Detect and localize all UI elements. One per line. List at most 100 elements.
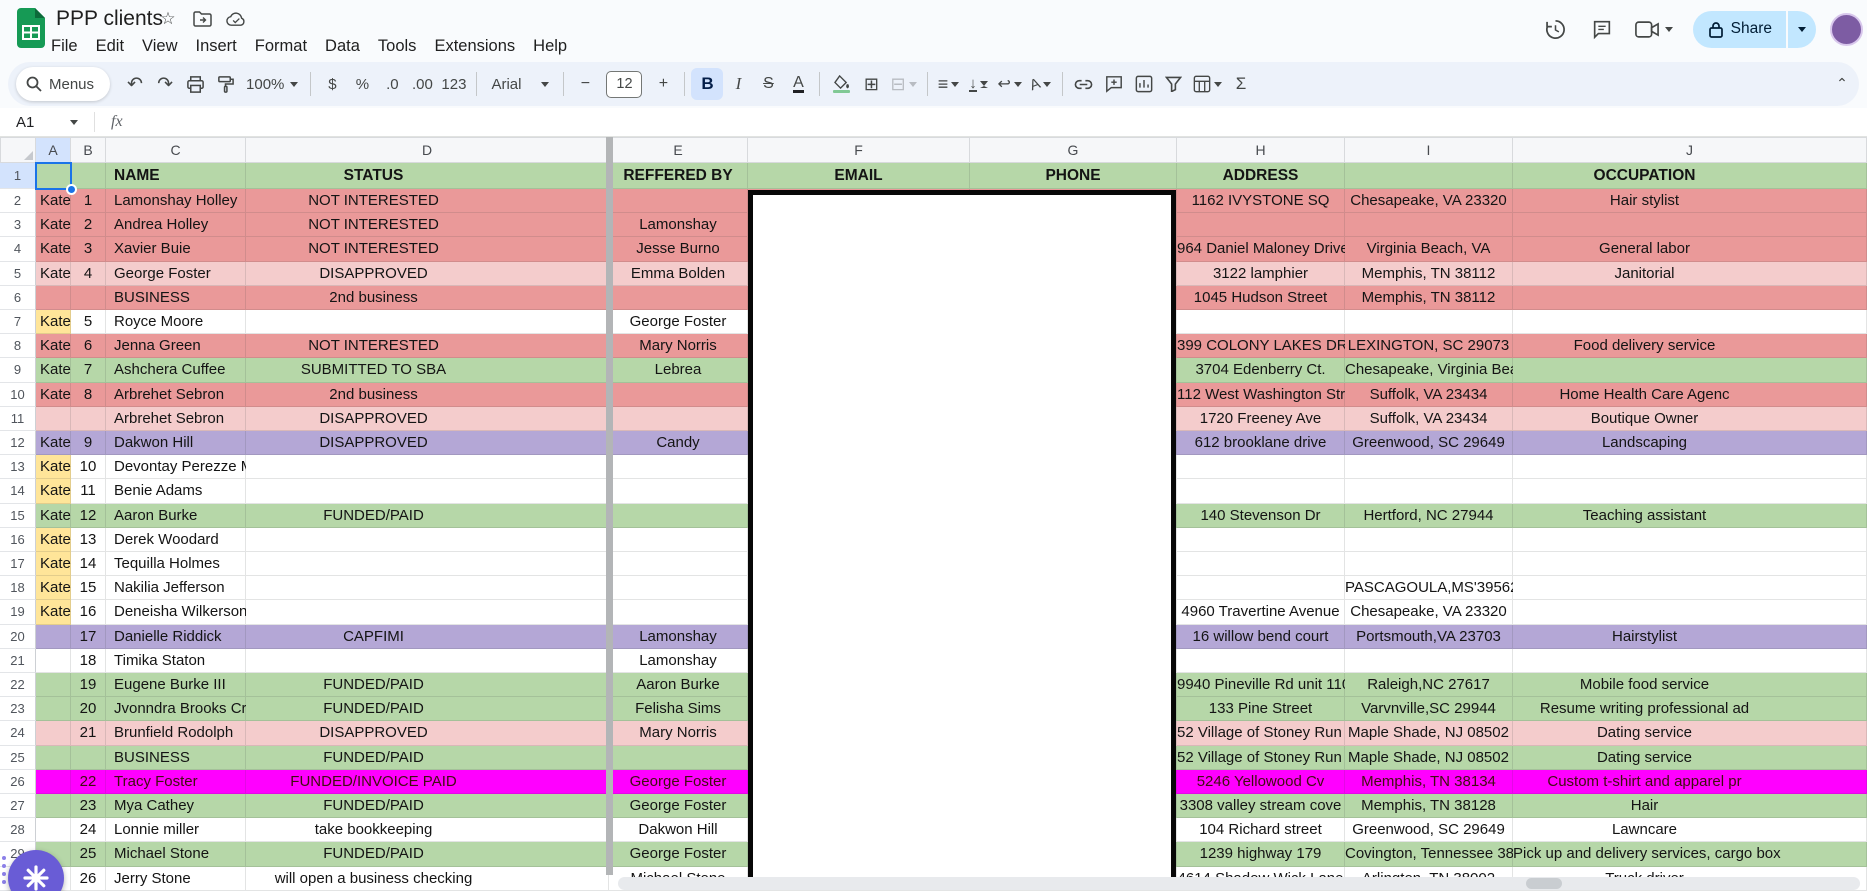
cell-B17[interactable]: 14 [71,552,106,577]
cell-B1[interactable] [71,163,106,189]
cell-C12[interactable]: Dakwon Hill [106,431,246,456]
row-header-18[interactable]: 18 [0,576,36,601]
cell-D9[interactable]: SUBMITTED TO SBA [246,358,609,383]
row-header-14[interactable]: 14 [0,479,36,504]
cell-B18[interactable]: 15 [71,576,106,601]
cell-A19[interactable]: Kate [36,600,71,625]
row-header-26[interactable]: 26 [0,769,36,794]
cell-B14[interactable]: 11 [71,479,106,504]
cell-D14[interactable] [246,479,609,504]
cell-D21[interactable] [246,648,609,673]
cell-J13[interactable] [1513,455,1867,480]
cell-H7[interactable] [1177,310,1345,335]
cell-J7[interactable] [1513,310,1867,335]
cell-H8[interactable]: 399 COLONY LAKES DR [1177,334,1348,359]
cell-J16[interactable] [1513,527,1867,552]
cell-C3[interactable]: Andrea Holley [106,213,246,238]
cell-C1[interactable]: NAME [106,163,246,189]
cell-A6[interactable] [36,285,71,310]
cell-I6[interactable]: Memphis, TN 38112 [1345,285,1513,310]
cell-D25[interactable]: FUNDED/PAID [246,745,609,770]
cell-B6[interactable] [71,285,106,310]
cell-E11[interactable] [609,406,748,431]
column-header-A[interactable]: A [36,137,71,163]
cell-A18[interactable]: Kate [36,576,71,601]
cell-J12[interactable]: Landscaping [1513,431,1867,456]
cell-E6[interactable] [609,285,748,310]
cell-A22[interactable] [36,673,71,698]
cell-B20[interactable]: 17 [71,624,106,649]
cell-E7[interactable]: George Foster [609,310,748,335]
cell-J14[interactable] [1513,479,1867,504]
cell-I12[interactable]: Greenwood, SC 29649 [1345,431,1513,456]
cell-C26[interactable]: Tracy Foster [106,769,246,794]
cell-B22[interactable]: 19 [71,673,106,698]
row-header-23[interactable]: 23 [0,697,36,722]
cell-H26[interactable]: 5246 Yellowood Cv [1177,769,1345,794]
cell-D30[interactable]: will open a business checking [246,866,609,891]
column-header-J[interactable]: J [1513,137,1867,163]
row-header-24[interactable]: 24 [0,721,36,746]
cell-E14[interactable] [609,479,748,504]
cell-J8[interactable]: Food delivery service [1513,334,1867,359]
cell-E22[interactable]: Aaron Burke [609,673,748,698]
cell-E16[interactable] [609,527,748,552]
cell-H23[interactable]: 133 Pine Street [1177,697,1345,722]
cell-D2[interactable]: NOT INTERESTED [246,189,609,214]
cell-I8[interactable]: LEXINGTON, SC 29073 [1345,334,1513,359]
cell-E10[interactable] [609,382,748,407]
cell-D13[interactable] [246,455,609,480]
row-header-5[interactable]: 5 [0,261,36,286]
cell-D15[interactable]: FUNDED/PAID [246,503,609,528]
cell-H19[interactable]: 4960 Travertine Avenue [1177,600,1345,625]
cell-J2[interactable]: Hair stylist [1513,189,1867,214]
cell-D27[interactable]: FUNDED/PAID [246,794,609,819]
row-header-7[interactable]: 7 [0,310,36,335]
cell-A4[interactable]: Kate [36,237,71,262]
cell-H5[interactable]: 3122 lamphier [1177,261,1345,286]
cell-C27[interactable]: Mya Cathey [106,794,246,819]
cell-A21[interactable] [36,648,71,673]
cell-D6[interactable]: 2nd business [246,285,609,310]
cell-J29[interactable]: Pick up and delivery services, cargo box [1513,842,1867,867]
cell-H29[interactable]: 1239 highway 179 [1177,842,1345,867]
cell-B2[interactable]: 1 [71,189,106,214]
cell-B25[interactable] [71,745,106,770]
cell-B24[interactable]: 21 [71,721,106,746]
cell-H4[interactable]: 964 Daniel Maloney Drive [1177,237,1349,262]
row-header-3[interactable]: 3 [0,213,36,238]
cell-G1[interactable]: PHONE [970,163,1177,189]
column-header-G[interactable]: G [970,137,1177,163]
cell-I14[interactable] [1345,479,1513,504]
cell-I3[interactable] [1345,213,1513,238]
cell-I2[interactable]: Chesapeake, VA 23320 [1345,189,1513,214]
row-header-17[interactable]: 17 [0,552,36,577]
cell-A9[interactable]: Kate [36,358,71,383]
cell-B13[interactable]: 10 [71,455,106,480]
cell-J18[interactable] [1513,576,1867,601]
cell-D26[interactable]: FUNDED/INVOICE PAID [246,769,609,794]
row-header-19[interactable]: 19 [0,600,36,625]
cell-E19[interactable] [609,600,748,625]
cell-J22[interactable]: Mobile food service [1513,673,1867,698]
cell-I5[interactable]: Memphis, TN 38112 [1345,261,1513,286]
cell-B29[interactable]: 25 [71,842,106,867]
column-header-C[interactable]: C [106,137,246,163]
cell-C28[interactable]: Lonnie miller [106,818,246,843]
horizontal-scrollbar-thumb[interactable] [1526,878,1562,889]
cell-C7[interactable]: Royce Moore [106,310,246,335]
cell-C15[interactable]: Aaron Burke [106,503,246,528]
cell-A11[interactable] [36,406,71,431]
cell-A14[interactable]: Kate [36,479,71,504]
cell-C6[interactable]: BUSINESS [106,285,246,310]
cell-I24[interactable]: Maple Shade, NJ 08502 [1345,721,1513,746]
cell-I22[interactable]: Raleigh,NC 27617 [1345,673,1513,698]
cell-I11[interactable]: Suffolk, VA 23434 [1345,406,1513,431]
cell-A15[interactable]: Kate [36,503,71,528]
cell-I26[interactable]: Memphis, TN 38134 [1345,769,1513,794]
cell-B9[interactable]: 7 [71,358,106,383]
cell-H17[interactable] [1177,552,1345,577]
cell-B16[interactable]: 13 [71,527,106,552]
cell-I17[interactable] [1345,552,1513,577]
cell-D24[interactable]: DISAPPROVED [246,721,609,746]
